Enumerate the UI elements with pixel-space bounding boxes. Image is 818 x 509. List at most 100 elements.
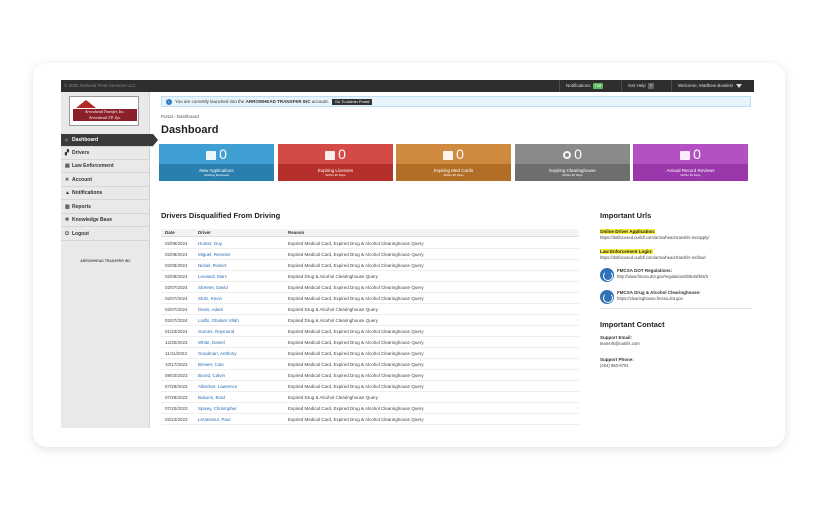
tile-new-applications[interactable]: 0 New Applications Awaiting Reviewed — [159, 144, 274, 181]
clearinghouse-block: FMCSA Drug & Alcohol Clearinghouse: http… — [617, 290, 701, 302]
sidebar-item-label: Law Enforcement — [72, 163, 114, 169]
row-reason: Expired Medical Card, Expired Drug & Alc… — [288, 425, 424, 428]
row-driver-link[interactable]: Guy, David — [198, 425, 220, 428]
table-row: 01/14/2023 Guy, David Expired Medical Card… — [161, 425, 579, 428]
row-driver-link[interactable]: Hunter, Guy — [198, 238, 222, 249]
row-reason: Expired Drug & Alcohol Clearinghouse Que… — [288, 307, 379, 312]
row-reason: Expired Drug & Alcohol Clearinghouse Que… — [288, 395, 379, 400]
row-date: 07/28/2023 — [165, 395, 188, 400]
sidebar-item-law-enforcement[interactable]: ▤ Law Enforcement — [61, 160, 150, 173]
home-icon: ⌂ — [65, 137, 69, 143]
users-icon — [206, 150, 217, 160]
row-date: 02/08/2024 — [165, 263, 188, 268]
tile-sub: Within 30 Days — [562, 173, 583, 177]
top-bar: © 2025 National Fleet Services LLC Notif… — [61, 80, 754, 92]
divider — [600, 308, 752, 309]
support-email-value[interactable]: teamnfs@natnfs.com — [600, 341, 640, 346]
table-row: 02/08/2024 Nickel, Robert Expired Medical … — [161, 260, 579, 271]
row-driver-link[interactable]: Miguel, Reinnier — [198, 249, 231, 260]
logo-line2: Arrowhead T.P. Sys. — [88, 115, 122, 120]
power-icon: ⏻ — [65, 231, 69, 237]
get-help-button[interactable]: Get Help? — [621, 80, 671, 92]
clearinghouse-link[interactable]: https://clearinghouse.fmcsa.dot.gov — [617, 296, 683, 301]
go-to-admin-portal-button[interactable]: Go To Admin Portal — [331, 98, 373, 105]
table-row: 07/28/2023 Albecker, Lawrence Expired Medi… — [161, 381, 579, 392]
disqualified-title: Drivers Disqualified From Driving — [161, 211, 281, 220]
table-row: 02/07/2024 Lodhi, Ghulam Ullah Expired Dru… — [161, 315, 579, 326]
row-date: 07/20/2023 — [165, 406, 188, 411]
notifications-button[interactable]: Notifications 738 — [559, 80, 621, 92]
row-date: 02/07/2024 — [165, 318, 188, 323]
copy-icon — [680, 150, 691, 160]
tile-expiring-clearinghouse[interactable]: 0 Expiring Clearinghouse Within 30 Days — [515, 144, 630, 181]
row-date: 01/14/2023 — [165, 425, 188, 428]
law-login-link[interactable]: https://dotfocused.ourldf.com/arrowhead-… — [600, 255, 706, 260]
table-row: 12/20/2023 White, Daniel Expired Medical C… — [161, 337, 579, 348]
row-driver-link[interactable]: Brewer, Cole — [198, 359, 224, 370]
tile-sub: Within 30 Days — [443, 173, 464, 177]
sidebar-item-label: Knowledge Base — [72, 217, 113, 223]
online-application-label: Online Driver Application: — [600, 229, 656, 234]
sidebar-item-drivers[interactable]: ▞ Drivers — [61, 147, 150, 160]
table-row: 07/20/2023 Spivey, Christopher Expired Med… — [161, 403, 579, 414]
breadcrumb-portal-link[interactable]: Portal — [161, 114, 173, 119]
sidebar-item-label: Logout — [72, 231, 89, 237]
sidebar-item-account[interactable]: ✕ Account — [61, 174, 150, 187]
sidebar-item-logout[interactable]: ⏻ Logout — [61, 228, 150, 241]
online-application-link[interactable]: https://dotfocused.ourldf.com/arrowhead-… — [600, 235, 709, 240]
row-driver-link[interactable]: Streeter, David — [198, 282, 228, 293]
notice-suffix: account. — [311, 99, 329, 104]
license-card-icon — [325, 150, 336, 160]
row-date: 10/17/2023 — [165, 362, 188, 367]
tile-expiring-med-cards[interactable]: 0 Expiring Med Cards Within 30 Days — [396, 144, 511, 181]
sidebar-item-label: Dashboard — [72, 137, 99, 143]
sidebar-item-reports[interactable]: ▥ Reports — [61, 201, 150, 214]
fmcsa-regulations-block: FMCSA DOT Regulations: http://www.fmcsa.… — [617, 268, 708, 280]
tile-count: 0 — [219, 146, 227, 162]
sidebar-item-knowledge-base[interactable]: ✲ Knowledge Base — [61, 214, 150, 227]
row-reason: Expired Medical Card, Expired Drug & Alc… — [288, 417, 424, 422]
table-row: 07/28/2023 Bukumi, Brad Expired Drug & Alc… — [161, 392, 579, 403]
fmcsa-regulations-link[interactable]: http://www.fmcsa.dot.gov/regulations/tit… — [617, 274, 708, 279]
chart-icon: ▥ — [65, 204, 70, 210]
chevron-down-icon — [736, 83, 743, 88]
row-driver-link[interactable]: Stutz, Kevin — [198, 293, 222, 304]
row-driver-link[interactable]: White, Daniel — [198, 337, 225, 348]
row-driver-link[interactable]: Albecker, Lawrence — [198, 381, 237, 392]
online-application-block: Online Driver Application: https://dotfo… — [600, 229, 709, 241]
table-row: 02/08/2024 Leonard, Marc Expired Drug & Al… — [161, 271, 579, 282]
row-date: 02/08/2024 — [165, 241, 188, 246]
tile-expiring-licenses[interactable]: 0 Expiring Licenses Within 30 Days — [278, 144, 393, 181]
row-reason: Expired Medical Card, Expired Drug & Alc… — [288, 252, 424, 257]
row-driver-link[interactable]: Goodman, Anthony — [198, 348, 237, 359]
row-driver-link[interactable]: Spivey, Christopher — [198, 403, 237, 414]
row-driver-link[interactable]: Leonard, Marc — [198, 271, 227, 282]
notifications-count-badge: 738 — [592, 83, 604, 89]
sidebar-item-notifications[interactable]: ▲ Notifications — [61, 187, 150, 200]
company-logo[interactable]: Arrowhead Transfer, Inc. Arrowhead T.P. S… — [69, 96, 139, 126]
tile-count: 0 — [456, 146, 464, 162]
row-driver-link[interactable]: Lodhi, Ghulam Ullah — [198, 315, 239, 326]
row-date: 01/23/2024 — [165, 329, 188, 334]
row-reason: Expired Medical Card, Expired Drug & Alc… — [288, 373, 424, 378]
user-menu[interactable]: Welcome, Matthew Bowles! — [671, 80, 754, 92]
row-driver-link[interactable]: Nickel, Robert — [198, 260, 226, 271]
welcome-text: Welcome, Matthew Bowles! — [678, 83, 734, 88]
tile-annual-record-reviews[interactable]: 0 Annual Record Reviews Within 30 Days — [633, 144, 748, 181]
row-reason: Expired Medical Card, Expired Drug & Alc… — [288, 263, 424, 268]
tile-count: 0 — [338, 146, 346, 162]
breadcrumb-separator-icon: › — [174, 114, 176, 119]
row-driver-link[interactable]: Davis, Adam — [198, 304, 223, 315]
logo-text: Arrowhead Transfer, Inc. Arrowhead T.P. S… — [75, 109, 135, 121]
row-driver-link[interactable]: Bukumi, Brad — [198, 392, 225, 403]
row-driver-link[interactable]: LeVasseur, Paul — [198, 414, 230, 425]
notifications-label: Notifications — [566, 83, 591, 88]
sidebar-item-dashboard[interactable]: ⌂ Dashboard — [61, 134, 158, 147]
row-reason: Expired Medical Card, Expired Drug & Alc… — [288, 406, 424, 411]
table-row: 02/08/2024 Miguel, Reinnier Expired Medica… — [161, 249, 579, 260]
table-row: 02/07/2024 Streeter, David Expired Medical… — [161, 282, 579, 293]
row-driver-link[interactable]: Gomes, Raymond — [198, 326, 234, 337]
table-row: 08/03/2023 Boord, Calvin Expired Medical C… — [161, 370, 579, 381]
support-phone-block: Support Phone: (404) 850-8701 — [600, 357, 634, 369]
row-driver-link[interactable]: Boord, Calvin — [198, 370, 225, 381]
